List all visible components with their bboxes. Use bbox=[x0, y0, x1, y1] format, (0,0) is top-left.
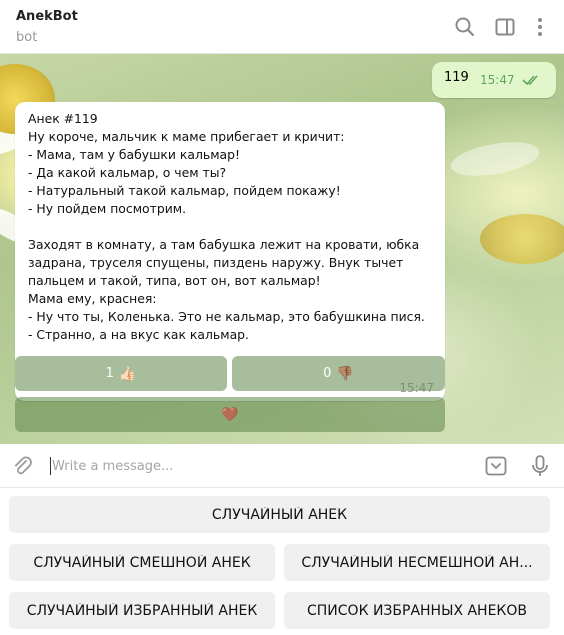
dislike-count: 0 bbox=[323, 366, 332, 381]
text-caret bbox=[50, 457, 51, 475]
chat-history[interactable]: 119 15:47 Анек #119 Ну короче, мальчик к… bbox=[0, 54, 564, 444]
random-favorite-anek-button[interactable]: СЛУЧАЙНЫЙ ИЗБРАННЫЙ АНЕК bbox=[9, 592, 275, 629]
message-composer bbox=[0, 444, 564, 488]
double-check-icon bbox=[522, 75, 538, 86]
random-funny-anek-label: СЛУЧАЙНЫЙ СМЕШНОЙ АНЕК bbox=[33, 554, 251, 571]
dislike-button[interactable]: 0 👎🏽 bbox=[232, 356, 445, 391]
random-anek-button[interactable]: СЛУЧАЙНЫЙ АНЕК bbox=[9, 496, 550, 533]
message-line: - Ну что ты, Коленька. Это не кальмар, э… bbox=[28, 309, 425, 324]
thumbs-down-icon: 👎🏽 bbox=[336, 365, 354, 382]
random-funny-anek-button[interactable]: СЛУЧАЙНЫЙ СМЕШНОЙ АНЕК bbox=[9, 544, 275, 581]
bot-keyboard-toggle-icon[interactable] bbox=[484, 454, 508, 478]
heart-icon: 🤎 bbox=[221, 406, 239, 423]
random-anek-label: СЛУЧАЙНЫЙ АНЕК bbox=[211, 506, 348, 523]
message-line: пальцем и такой, типа, вот он, вот кальм… bbox=[28, 273, 321, 288]
favorite-button[interactable]: 🤎 bbox=[15, 397, 445, 432]
chat-header: AnekBot bot bbox=[0, 0, 564, 54]
message-line: - Натуральный такой кальмар, пойдем пока… bbox=[28, 183, 341, 198]
sidebar-toggle-icon[interactable] bbox=[492, 14, 518, 40]
chat-title[interactable]: AnekBot bbox=[16, 9, 78, 24]
attach-icon[interactable] bbox=[10, 454, 36, 480]
chat-subtitle: bot bbox=[16, 30, 38, 45]
outgoing-message-text: 119 bbox=[444, 70, 469, 85]
message-line: Ну короче, мальчик к маме прибегает и кр… bbox=[28, 129, 345, 144]
message-line: Заходят в комнату, а там бабушка лежит н… bbox=[28, 237, 420, 252]
favorites-list-label: СПИСОК ИЗБРАННЫХ АНЕКОВ bbox=[307, 602, 527, 619]
message-line: Анек #119 bbox=[28, 111, 98, 126]
like-button[interactable]: 1 👍🏻 bbox=[15, 356, 227, 391]
message-line: Мама ему, краснея: bbox=[28, 291, 157, 306]
thumbs-up-icon: 👍🏻 bbox=[118, 365, 137, 382]
favorites-list-button[interactable]: СПИСОК ИЗБРАННЫХ АНЕКОВ bbox=[284, 592, 550, 629]
message-line: - Мама, там у бабушки кальмар! bbox=[28, 147, 240, 162]
search-icon[interactable] bbox=[452, 14, 478, 40]
message-input[interactable] bbox=[52, 454, 472, 478]
like-count: 1 bbox=[105, 366, 114, 381]
message-line: задрана, труселя спущены, пиздень наружу… bbox=[28, 255, 404, 270]
outgoing-message[interactable]: 119 15:47 bbox=[432, 62, 556, 98]
microphone-icon[interactable] bbox=[528, 453, 552, 479]
message-line: - Да какой кальмар, о чем ты? bbox=[28, 165, 227, 180]
random-unfunny-anek-label: СЛУЧАЙНЫЙ НЕСМЕШНОЙ АН... bbox=[301, 554, 533, 571]
random-unfunny-anek-button[interactable]: СЛУЧАЙНЫЙ НЕСМЕШНОЙ АН... bbox=[284, 544, 550, 581]
outgoing-message-time: 15:47 bbox=[480, 73, 515, 87]
random-favorite-anek-label: СЛУЧАЙНЫЙ ИЗБРАННЫЙ АНЕК bbox=[26, 602, 258, 619]
message-line: - Ну пойдем посмотрим. bbox=[28, 201, 187, 216]
more-vertical-icon[interactable] bbox=[527, 14, 553, 40]
message-line: - Странно, а на вкус как кальмар. bbox=[28, 327, 249, 342]
